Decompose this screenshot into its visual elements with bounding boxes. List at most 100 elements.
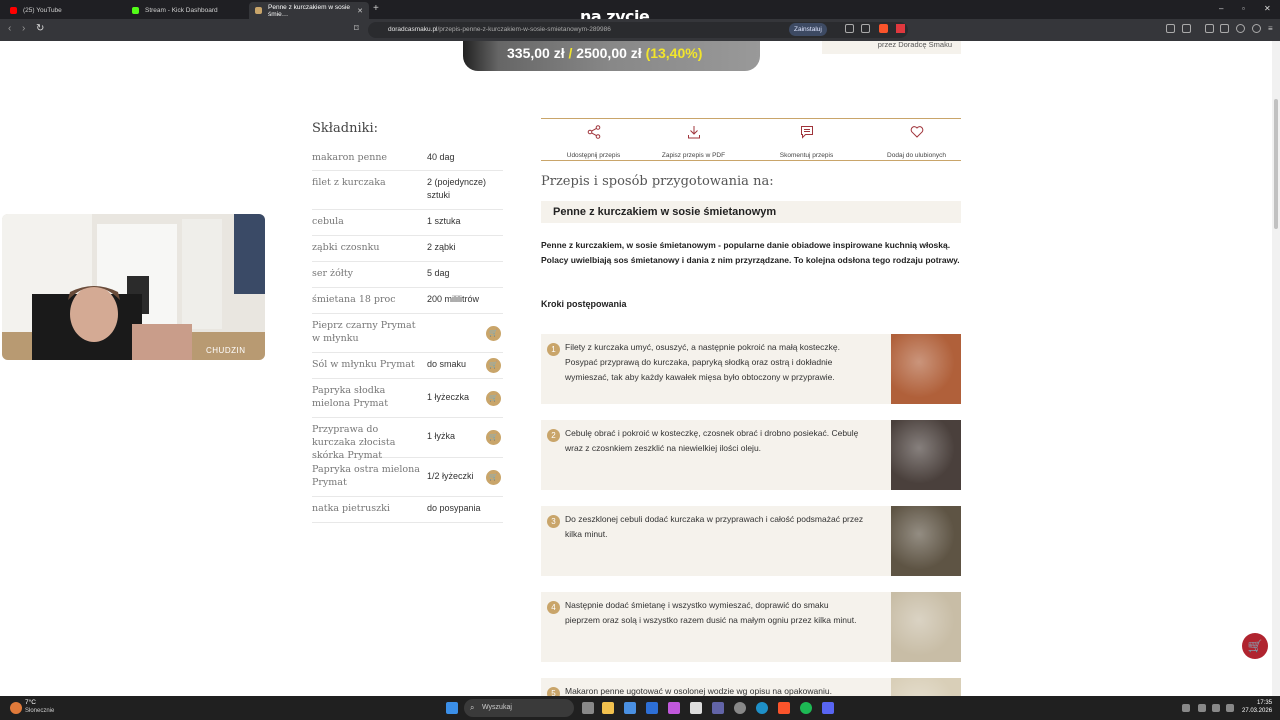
goal-percent: (13,40%) [645,45,703,61]
maximize-icon[interactable]: ▫ [1242,4,1245,13]
weather-icon[interactable] [10,702,22,714]
webcam-overlay: CHUDZIN [2,214,265,360]
vpn-icon[interactable] [1236,24,1245,33]
step-photo[interactable] [891,592,961,662]
reader-icon[interactable] [845,24,854,33]
brave-shield-icon[interactable] [879,24,888,33]
bookmark-icon[interactable]: ⌑ [354,23,359,34]
clock-date: 27.03.2026 [1242,708,1273,714]
ingredient-name: cebula [312,216,344,227]
ingredient-quantity: 1/2 łyżeczki [427,471,474,481]
action-label: Skomentuj przepis [779,152,834,159]
tab-title: Stream - Kick Dashboard [145,7,218,14]
add-to-cart-icon[interactable]: 🛒 [486,325,501,341]
webcam-label: CHUDZIN [206,346,246,355]
spotify-icon[interactable] [800,702,812,714]
ingredients-title: Składniki: [312,121,379,136]
step-item: 4 Następnie dodać śmietanę i wszystko wym… [541,592,961,662]
ingredient-name: natka pietruszki [312,503,390,514]
recipe-name: Penne z kurczakiem w sosie śmietanowym [541,201,961,223]
author-box: przez Doradcę Smaku [822,41,961,54]
ingredient-row: makaron penne 40 dag [312,146,503,171]
menu-icon[interactable]: ≡ [1268,24,1277,33]
favorite-button[interactable]: Dodaj do ulubionych [864,119,969,162]
step-number: 5 [547,687,560,696]
close-window-icon[interactable]: ✕ [1264,4,1271,13]
step-text: Następnie dodać śmietanę i wszystko wymi… [565,600,857,625]
reload-icon[interactable]: ↻ [36,23,44,34]
ingredient-row: Papryka ostra mielona Prymat 1/2 łyżeczki… [312,458,503,497]
add-to-cart-icon[interactable]: 🛒 [486,469,501,485]
step-photo[interactable] [891,506,961,576]
step-text: Filety z kurczaka umyć, osuszyć, a nastę… [565,342,840,382]
file-explorer-icon[interactable] [602,702,614,714]
brave-rewards-icon[interactable] [896,24,905,33]
ingredient-row: cebula 1 sztuka [312,210,503,236]
share-icon [541,125,646,142]
notes-icon[interactable] [690,702,702,714]
preparation-heading: Przepis i sposób przygotowania na: [541,174,774,189]
url-field[interactable]: doradcasmaku.pl/przepis-penne-z-kurczaki… [368,22,908,38]
volume-icon[interactable] [1226,704,1234,712]
forward-icon[interactable]: › [22,23,25,34]
tab-youtube[interactable]: (25) YouTube [4,2,124,19]
network-icon[interactable] [1212,704,1220,712]
share-recipe-button[interactable]: Udostępnij przepis [541,119,646,162]
profile-icon[interactable] [1252,24,1261,33]
weather-temp: 7°C [25,699,36,706]
close-tab-icon[interactable]: ✕ [357,7,363,15]
settings-icon[interactable] [734,702,746,714]
store-icon[interactable] [624,702,636,714]
clock-time: 17:35 [1257,700,1273,706]
taskbar-search[interactable]: ⌕ Wyszukaj [464,699,574,717]
edge-icon[interactable] [756,702,768,714]
wallet-icon[interactable] [1220,24,1229,33]
add-to-cart-icon[interactable]: 🛒 [486,390,501,406]
step-photo[interactable] [891,420,961,490]
tab-search-icon[interactable] [1182,24,1191,33]
tab-recipe[interactable]: Penne z kurczakiem w sosie śmie… ✕ [249,2,369,19]
ingredient-row: filet z kurczaka 2 (pojedyncze) sztuki [312,171,503,210]
add-to-cart-icon[interactable]: 🛒 [486,430,501,445]
mic-icon[interactable] [1198,704,1206,712]
ingredient-quantity: do posypania [427,503,481,513]
task-view-icon[interactable] [582,702,594,714]
scrollbar-thumb[interactable] [1274,99,1278,229]
download-icon [641,125,746,142]
share-page-icon[interactable] [861,24,870,33]
ingredient-quantity: do smaku [427,359,467,369]
sidebar-icon[interactable] [1205,24,1214,33]
url-domain: doradcasmaku.pl [388,26,438,33]
install-app-button[interactable]: Zainstaluj [789,23,827,36]
step-photo[interactable] [891,678,961,696]
ingredient-name: filet z kurczaka [312,177,386,188]
youtube-icon [10,7,17,14]
site-favicon-icon [255,7,262,14]
step-text: Cebulę obrać i pokroić w kosteczkę, czos… [565,428,859,453]
step-number: 2 [547,429,560,442]
ingredient-row: Papryka słodka mielona Prymat 1 łyżeczka 🛒 [312,379,503,418]
start-icon[interactable] [446,702,458,714]
action-label: Zapisz przepis w PDF [661,152,726,159]
donation-goal-bar: 335,00 zł / 2500,00 zł (13,40%) [463,41,760,71]
extensions-icon[interactable] [1166,24,1175,33]
floating-cart-button[interactable]: 🛒 [1242,633,1268,659]
tab-kick[interactable]: Stream - Kick Dashboard [126,2,246,19]
kick-icon [132,7,139,14]
discord-icon[interactable] [822,702,834,714]
mail-icon[interactable] [646,702,658,714]
goal-separator: / [568,45,573,61]
scrollbar[interactable] [1272,41,1280,696]
teams-icon[interactable] [712,702,724,714]
step-photo[interactable] [891,334,961,404]
comment-button[interactable]: Skomentuj przepis [754,119,859,162]
tray-chevron-icon[interactable] [1182,704,1190,712]
back-icon[interactable]: ‹ [8,23,11,34]
minimize-icon[interactable]: – [1219,4,1223,13]
save-pdf-button[interactable]: Zapisz przepis w PDF [641,119,746,162]
new-tab-button[interactable]: + [373,3,379,14]
brave-icon[interactable] [778,702,790,714]
app-icon[interactable] [668,702,680,714]
taskbar-clock[interactable]: 17:35 27.03.2026 [1242,699,1272,715]
add-to-cart-icon[interactable]: 🛒 [486,358,501,373]
